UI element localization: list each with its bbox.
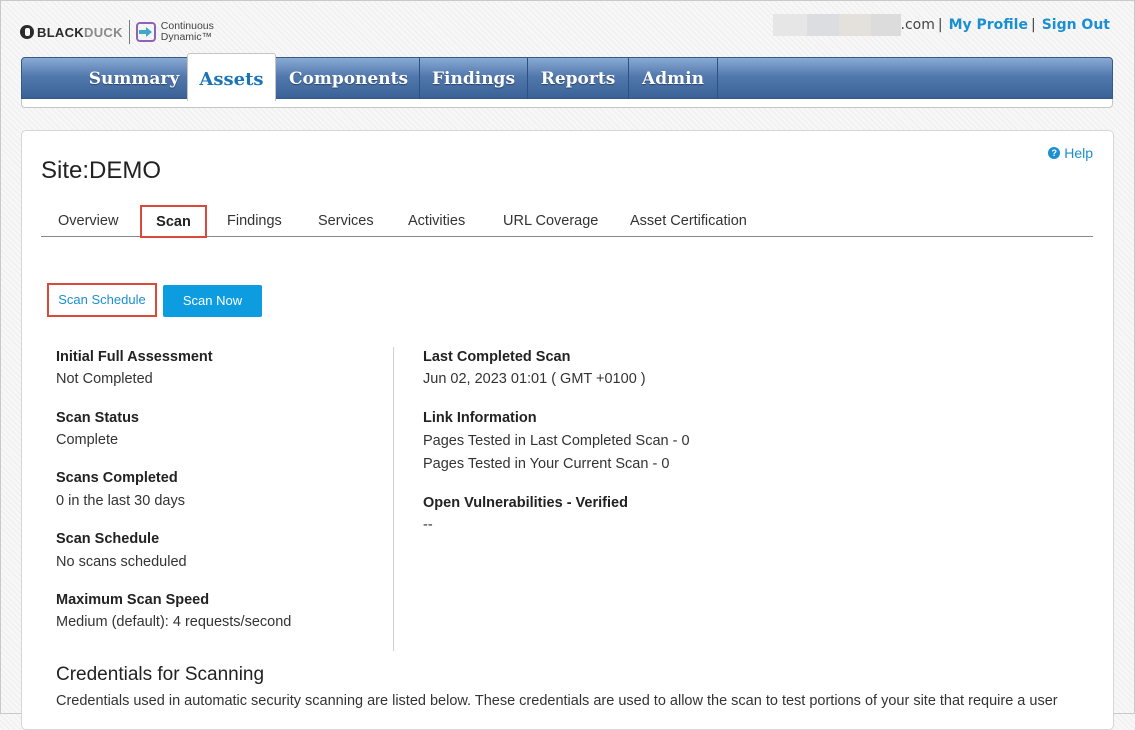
last-completed-scan-value: Jun 02, 2023 01:01 ( GMT +0100 ) bbox=[423, 371, 646, 387]
content-panel: ? Help Site:DEMO Overview Scan Findings … bbox=[21, 130, 1114, 730]
redacted-username bbox=[772, 14, 901, 36]
tab-asset-certification[interactable]: Asset Certification bbox=[630, 213, 747, 229]
user-links: .com | My Profile | Sign Out bbox=[772, 14, 1110, 36]
help-label: Help bbox=[1064, 145, 1093, 161]
scan-status-label: Scan Status bbox=[56, 410, 139, 426]
tab-url-coverage[interactable]: URL Coverage bbox=[503, 213, 598, 229]
nav-assets[interactable]: Assets bbox=[187, 53, 276, 101]
tab-activities[interactable]: Activities bbox=[408, 213, 465, 229]
nav-reports[interactable]: Reports bbox=[528, 58, 628, 100]
tab-scan[interactable]: Scan bbox=[140, 205, 207, 238]
nav-divider bbox=[717, 58, 718, 99]
initial-assessment-value: Not Completed bbox=[56, 371, 153, 387]
continuous-dynamic-icon bbox=[135, 22, 156, 42]
product-name: Continuous Dynamic™ bbox=[160, 20, 214, 43]
link-information-label: Link Information bbox=[423, 410, 537, 426]
blackduck-wordmark: BLACKDUCK bbox=[37, 24, 123, 40]
scan-schedule-button[interactable]: Scan Schedule bbox=[47, 283, 157, 317]
logo: BLACKDUCK Continuous Dynamic™ bbox=[20, 18, 214, 46]
open-vulnerabilities-value: -- bbox=[423, 517, 433, 533]
tab-findings[interactable]: Findings bbox=[227, 213, 282, 229]
credentials-heading: Credentials for Scanning bbox=[56, 664, 265, 685]
my-profile-link[interactable]: My Profile bbox=[949, 17, 1028, 33]
help-link[interactable]: ? Help bbox=[1048, 145, 1093, 161]
scan-now-button[interactable]: Scan Now bbox=[163, 285, 262, 317]
link-separator: | bbox=[937, 17, 943, 33]
scan-schedule-label: Scan Schedule bbox=[56, 531, 160, 547]
max-scan-speed-value: Medium (default): 4 requests/second bbox=[56, 614, 292, 630]
blackduck-logo-icon bbox=[20, 25, 34, 39]
nav-findings[interactable]: Findings bbox=[420, 58, 527, 100]
asset-tabs: Overview Scan Findings Services Activiti… bbox=[41, 203, 1093, 238]
scans-completed-value: 0 in the last 30 days bbox=[56, 493, 185, 509]
nav-components[interactable]: Components bbox=[278, 58, 419, 100]
pages-tested-last-scan: Pages Tested in Last Completed Scan - 0 bbox=[423, 433, 690, 449]
credentials-description: Credentials used in automatic security s… bbox=[56, 693, 1058, 709]
domain-suffix: .com bbox=[900, 17, 935, 33]
nav-summary[interactable]: Summary bbox=[81, 58, 187, 100]
link-separator: | bbox=[1030, 17, 1036, 33]
page-title: Site:DEMO bbox=[41, 157, 162, 184]
sign-out-link[interactable]: Sign Out bbox=[1042, 17, 1110, 33]
scan-status-value: Complete bbox=[56, 432, 119, 448]
initial-assessment-label: Initial Full Assessment bbox=[56, 349, 213, 365]
tab-services[interactable]: Services bbox=[318, 213, 374, 229]
main-nav: Summary Components Findings Reports Admi… bbox=[21, 57, 1113, 99]
column-divider bbox=[393, 347, 394, 651]
max-scan-speed-label: Maximum Scan Speed bbox=[56, 592, 210, 608]
tab-overview[interactable]: Overview bbox=[58, 213, 118, 229]
help-icon: ? bbox=[1048, 147, 1061, 159]
logo-divider bbox=[128, 20, 130, 44]
nav-admin[interactable]: Admin bbox=[629, 58, 717, 100]
pages-tested-current-scan: Pages Tested in Your Current Scan - 0 bbox=[423, 456, 670, 472]
nav-subbar bbox=[21, 99, 1113, 108]
scans-completed-label: Scans Completed bbox=[56, 470, 178, 486]
last-completed-scan-label: Last Completed Scan bbox=[423, 349, 571, 365]
open-vulnerabilities-label: Open Vulnerabilities - Verified bbox=[423, 495, 628, 511]
scan-schedule-value: No scans scheduled bbox=[56, 554, 187, 570]
